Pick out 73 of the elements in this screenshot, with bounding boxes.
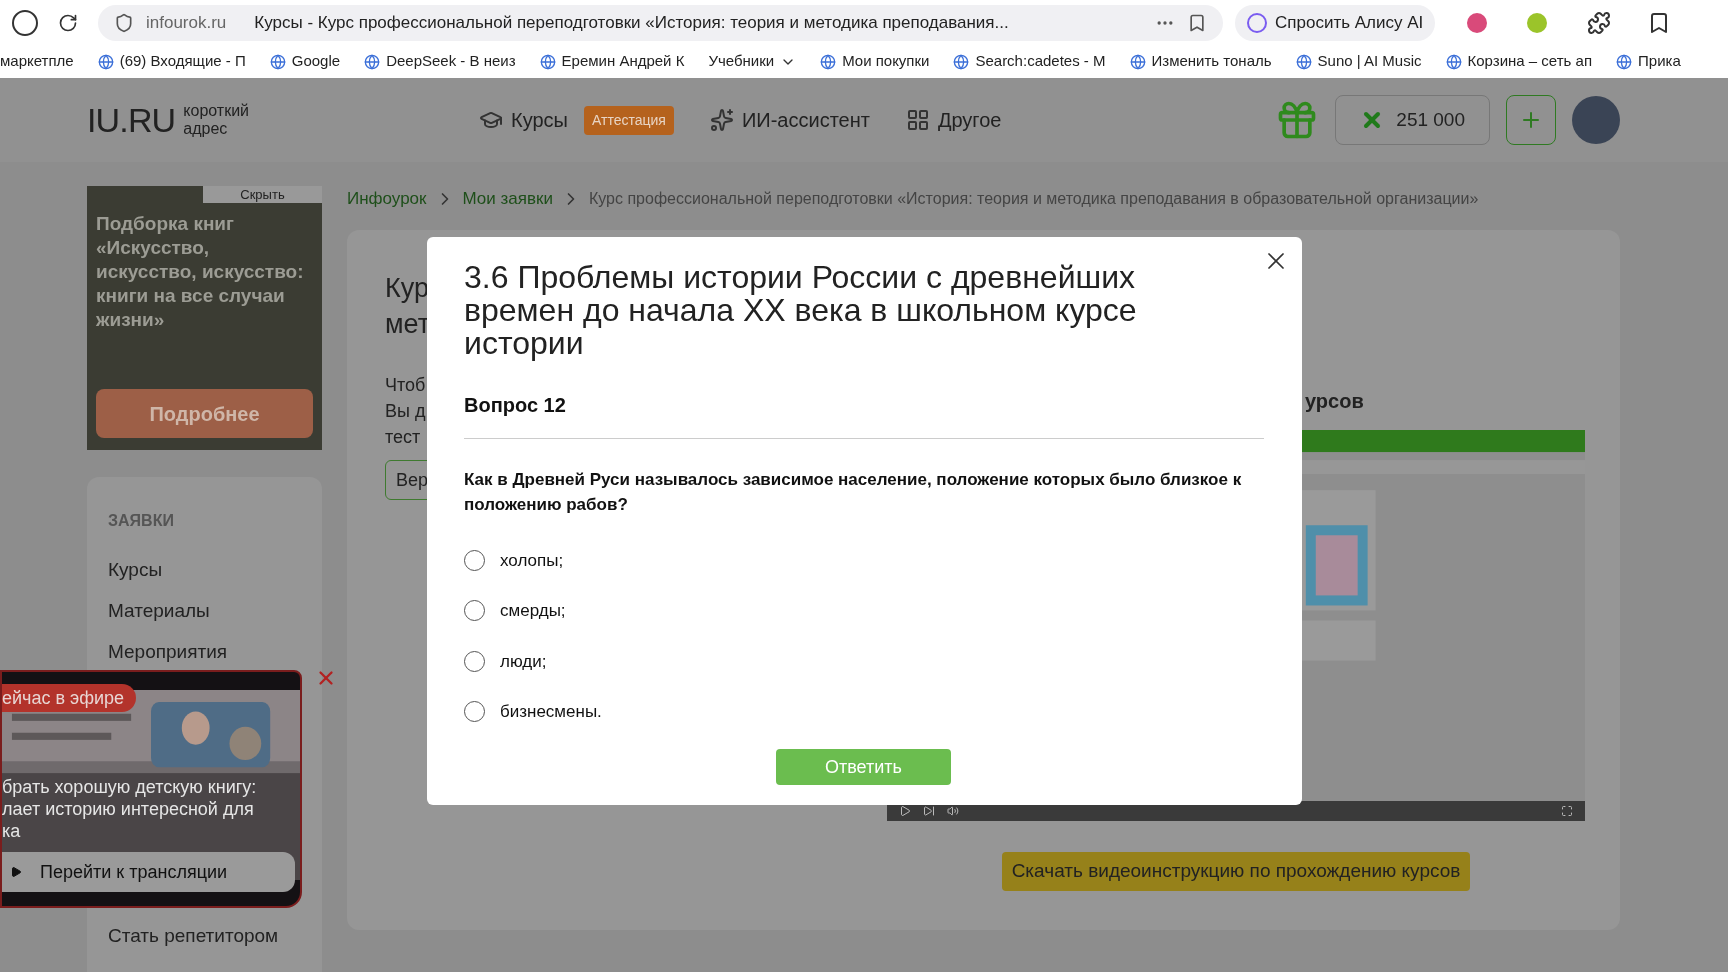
site-icon <box>1129 53 1146 70</box>
menu-item[interactable]: Курсы <box>108 549 301 590</box>
course-text: тест <box>385 426 421 449</box>
site-icon <box>1445 53 1462 70</box>
next-icon[interactable] <box>923 805 935 817</box>
menu-item[interactable]: Стать репетитором <box>108 922 301 951</box>
logo-caption: короткий <box>183 102 250 120</box>
course-text: Вы д <box>385 400 426 423</box>
nav-link[interactable]: Другое <box>937 105 1002 135</box>
ad-title: Подборка книг «Искусство, искусство, искусство: книги на все случаи жизни» <box>95 212 305 332</box>
alice-button[interactable]: Спросить Алису AI <box>1235 4 1436 41</box>
bookmark[interactable]: Корзина – сеть ап <box>1467 50 1592 73</box>
bookmark[interactable]: Мои покупки <box>842 50 930 73</box>
site-icon <box>364 53 381 70</box>
question-label: Вопрос 12 <box>464 393 567 418</box>
hide-link[interactable]: Скрыть <box>203 186 322 203</box>
sparkle-icon <box>709 108 734 132</box>
site-icon <box>539 53 556 70</box>
download-button[interactable]: Скачать видеоинструкцию по прохождению курсов <box>1001 852 1471 891</box>
nav-link[interactable]: ИИ-ассистент <box>741 105 870 135</box>
live-button[interactable]: Перейти к трансляции <box>2 852 295 892</box>
menu-heading: ЗАЯВКИ <box>108 511 175 531</box>
shield-icon <box>114 12 134 33</box>
site-icon <box>269 53 286 70</box>
breadcrumb: Курс профессиональной переподготовки «История: теория и методика преподавания в образовательной организации» <box>588 189 1479 209</box>
bookmark[interactable]: (69) Входящие - П <box>119 50 246 73</box>
reload-icon[interactable] <box>58 12 78 33</box>
bookmark[interactable]: Учебники <box>708 50 775 73</box>
course-title: мет <box>385 308 431 341</box>
option-label[interactable]: смерды; <box>500 598 566 624</box>
bookmark[interactable]: DeepSeek - В неиз <box>386 50 516 73</box>
option-label[interactable]: холопы; <box>500 547 564 573</box>
live-caption: лает историю интересной для <box>2 798 255 820</box>
extensions-icon[interactable] <box>1587 10 1612 35</box>
logo-caption: адрес <box>183 120 229 138</box>
question-text: Как в Древней Руси называлось зависимое население, положение которых было близкое к положению рабов? <box>464 469 1243 516</box>
play-icon[interactable] <box>899 805 911 817</box>
live-badge: ейчас в эфире <box>2 684 137 712</box>
site-icon <box>1616 53 1632 70</box>
logo[interactable]: IU.RU <box>87 103 176 137</box>
alice-icon <box>1247 12 1267 33</box>
address-text: infourok.ru <box>146 11 227 34</box>
site-icon <box>97 53 114 70</box>
bookmark[interactable]: маркетпле <box>0 50 74 73</box>
live-caption: ка <box>2 820 22 842</box>
site-icon <box>953 53 970 70</box>
bookmark[interactable]: Прика <box>1638 50 1681 73</box>
course-title: Кур <box>385 272 429 305</box>
balance-button[interactable]: 251 000 <box>1335 95 1490 145</box>
tab-title: Курсы - Курс профессиональной переподготовки «История: теория и методика преподавания... <box>254 11 1010 34</box>
dialog-title: 3.6 Проблемы истории России с древнейших времен до начала XX века в школьном курсе истории <box>464 261 1138 360</box>
live-caption: брать хорошую детскую книгу: <box>2 776 257 798</box>
menu-item[interactable]: Материалы <box>108 590 301 631</box>
volume-icon[interactable] <box>947 805 959 817</box>
site-icon <box>820 53 837 70</box>
bookmark-icon[interactable] <box>1187 12 1207 33</box>
bookmark[interactable]: Google <box>291 50 341 73</box>
fullscreen-icon[interactable] <box>1561 805 1573 817</box>
grid-icon <box>905 108 930 132</box>
bookmark[interactable]: Search:cadetes - М <box>975 50 1106 73</box>
course-text: Чтоб <box>385 374 426 397</box>
bookmark[interactable]: Еремин Андрей К <box>561 50 685 73</box>
video-heading: урсов <box>1304 389 1365 414</box>
bookmark[interactable]: Suno | AI Music <box>1317 50 1422 73</box>
bookmark[interactable]: Изменить тональ <box>1151 50 1272 73</box>
avatar[interactable] <box>1572 96 1620 144</box>
menu-item[interactable]: Мероприятия <box>108 631 301 672</box>
option-label[interactable]: бизнесмены. <box>500 699 602 725</box>
nav-link[interactable]: Курсы <box>511 105 568 135</box>
play-icon <box>10 866 22 878</box>
site-icon <box>1295 53 1312 70</box>
option-label[interactable]: люди; <box>500 648 547 674</box>
address-bar[interactable]: infourok.ru Курсы - Курс профессиональной переподготовки «История: теория и методика преподавания... <box>98 4 1223 41</box>
